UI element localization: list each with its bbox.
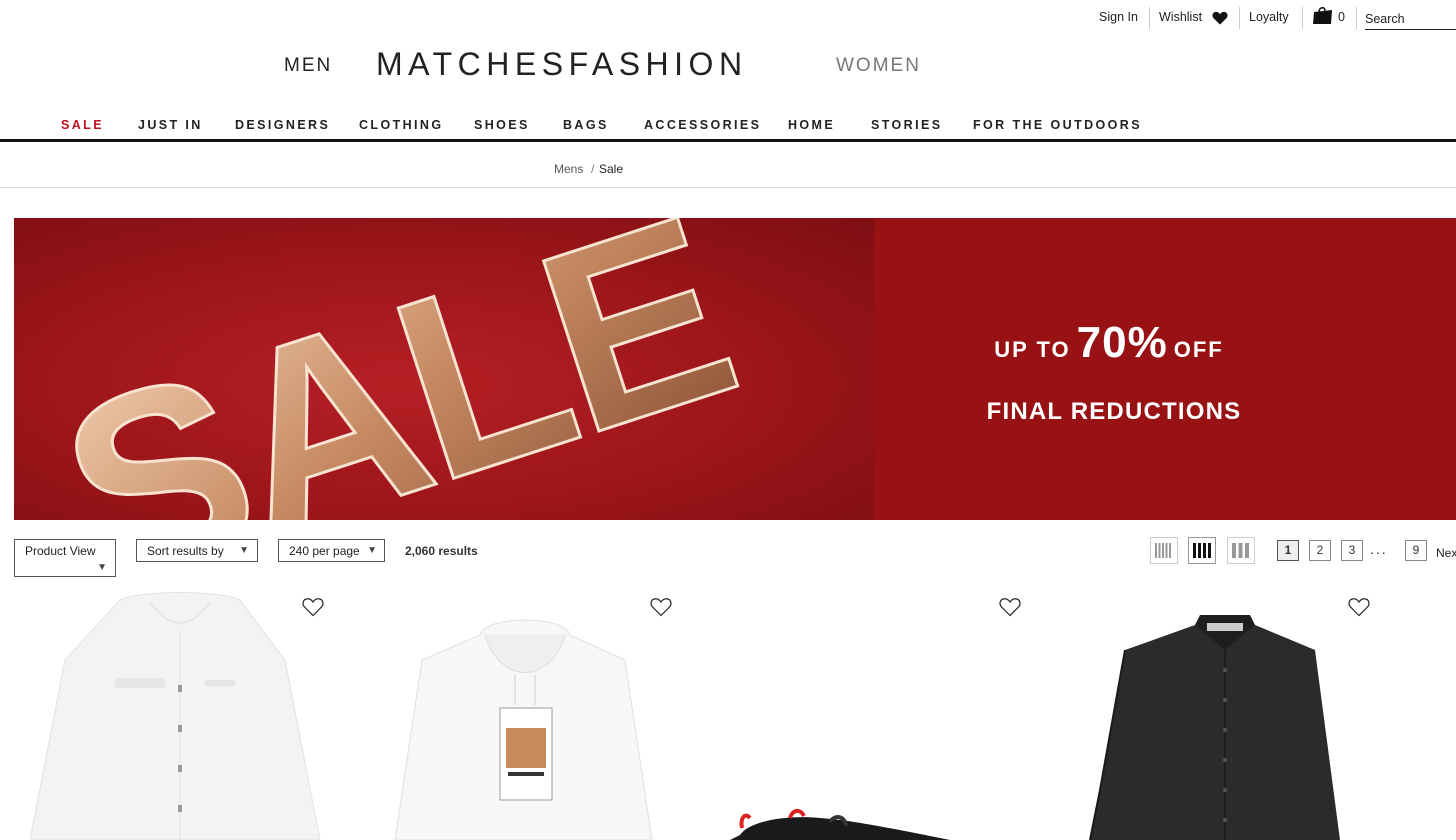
sale-3d-letters-image: SALE	[31, 218, 760, 520]
nav-accessories[interactable]: ACCESSORIES	[644, 118, 761, 132]
sign-in-link[interactable]: Sign In	[1099, 10, 1138, 24]
black-sneaker-image	[730, 809, 950, 840]
nav-designers[interactable]: DESIGNERS	[235, 118, 330, 132]
nav-sale[interactable]: SALE	[61, 118, 104, 132]
breadcrumb-mens[interactable]: Mens	[554, 162, 583, 176]
breadcrumb-separator: /	[591, 162, 595, 176]
bag-count[interactable]: 0	[1338, 10, 1345, 24]
grid-four-button[interactable]	[1188, 537, 1216, 564]
utility-bar: Sign In Wishlist Loyalty 0	[0, 0, 1456, 36]
search-input[interactable]	[1365, 12, 1453, 26]
per-page-select[interactable]: 240 per page ▼	[278, 539, 385, 562]
promo-headline: UP TO 70% OFF	[949, 318, 1269, 368]
nav-bags[interactable]: BAGS	[563, 118, 609, 132]
breadcrumb: Mens / Sale	[0, 142, 1456, 188]
chevron-down-icon: ▼	[97, 562, 107, 573]
white-raincoat-image	[30, 592, 321, 840]
product-card[interactable]	[390, 590, 660, 840]
page-9-button[interactable]: 9	[1405, 540, 1427, 561]
next-page-link[interactable]: Next	[1436, 546, 1456, 560]
pagination-ellipsis: ...	[1370, 541, 1388, 557]
nav-clothing[interactable]: CLOTHING	[359, 118, 443, 132]
promo-subheadline: FINAL REDUCTIONS	[986, 398, 1242, 425]
per-page-label: 240 per page	[289, 544, 360, 558]
banner-sale-word: SALE	[33, 218, 759, 520]
chevron-down-icon: ▼	[367, 545, 377, 556]
loyalty-link[interactable]: Loyalty	[1249, 10, 1289, 24]
women-link[interactable]: WOMEN	[836, 55, 921, 77]
grid-three-icon	[1232, 543, 1249, 558]
black-shirt-image	[1089, 615, 1340, 840]
sort-label: Sort results by	[147, 544, 224, 558]
divider	[1302, 7, 1303, 29]
page-2-button[interactable]: 2	[1309, 540, 1331, 561]
nav-stories[interactable]: STORIES	[871, 118, 942, 132]
divider	[1356, 7, 1357, 29]
logo[interactable]: MATCHESFASHION	[376, 46, 748, 83]
nav-just-in[interactable]: JUST IN	[138, 118, 203, 132]
page-3-button[interactable]: 3	[1341, 540, 1363, 561]
grid-three-button[interactable]	[1227, 537, 1255, 564]
grid-six-button[interactable]	[1150, 537, 1178, 564]
page-1-button[interactable]: 1	[1277, 540, 1299, 561]
divider	[1149, 7, 1150, 29]
nav-shoes[interactable]: SHOES	[474, 118, 530, 132]
promo-up-to: UP TO	[994, 337, 1071, 362]
nav-for-the-outdoors[interactable]: FOR THE OUTDOORS	[973, 118, 1142, 132]
grid-six-icon	[1155, 543, 1171, 558]
wishlist-link[interactable]: Wishlist	[1159, 10, 1202, 24]
product-card[interactable]	[30, 590, 330, 840]
product-card[interactable]	[1085, 590, 1365, 840]
promo-percent: 70%	[1076, 318, 1168, 367]
product-view-select[interactable]: Product View ▼	[14, 539, 116, 577]
men-link[interactable]: MEN	[284, 55, 332, 77]
product-card[interactable]	[730, 590, 950, 840]
white-hoodie-image	[394, 619, 653, 840]
sale-banner[interactable]: SALE UP TO 70% OFF FINAL REDUCTIONS	[14, 218, 1456, 520]
product-view-label: Product View	[25, 544, 96, 558]
shopping-bag-icon[interactable]	[1312, 6, 1334, 31]
grid-four-icon	[1193, 543, 1211, 558]
main-nav: SALE JUST IN DESIGNERS CLOTHING SHOES BA…	[0, 112, 1456, 142]
search-box[interactable]	[1365, 10, 1456, 30]
heart-icon[interactable]	[1212, 11, 1228, 30]
breadcrumb-current: Sale	[599, 162, 624, 176]
sort-select[interactable]: Sort results by ▼	[136, 539, 258, 562]
chevron-down-icon: ▼	[239, 545, 249, 556]
promo-off: OFF	[1173, 337, 1224, 362]
heart-icon[interactable]	[999, 597, 1021, 617]
results-count: 2,060 results	[405, 544, 478, 558]
divider	[1239, 7, 1240, 29]
nav-home[interactable]: HOME	[788, 118, 835, 132]
